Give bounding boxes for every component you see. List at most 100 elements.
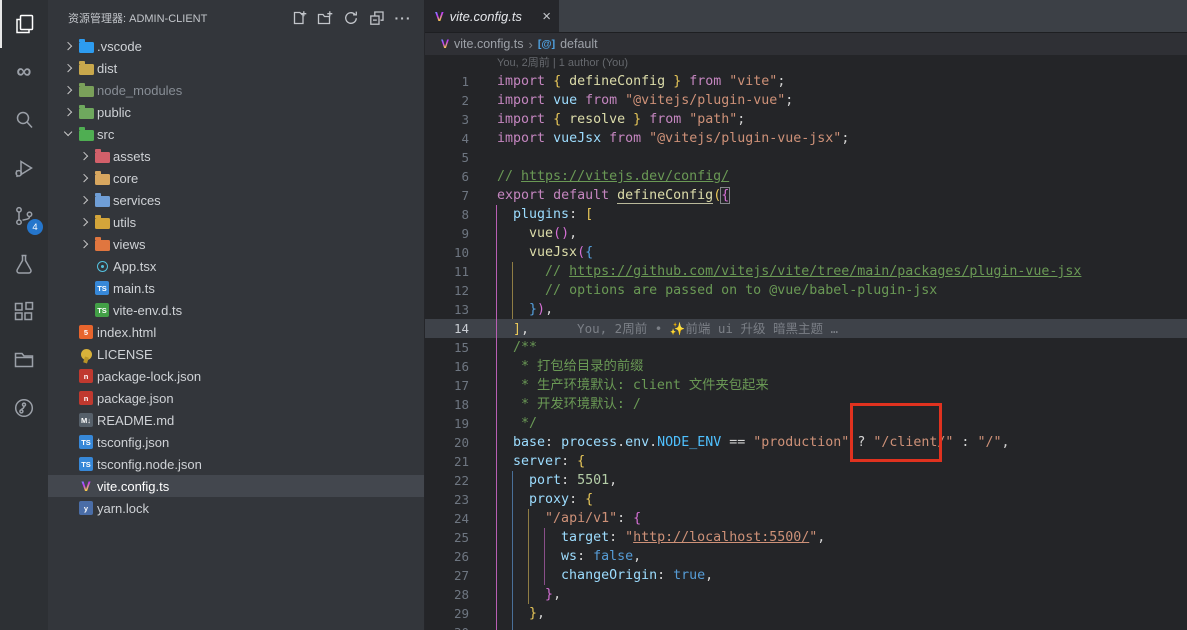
- tree-item-tsconfig-node-json[interactable]: TS tsconfig.node.json: [48, 453, 424, 475]
- code-line[interactable]: 26 ws: false,: [425, 547, 1187, 566]
- breadcrumb-symbol[interactable]: default: [560, 37, 598, 51]
- line-content: */: [469, 414, 1187, 433]
- code-line[interactable]: 16 * 打包给目录的前缀: [425, 357, 1187, 376]
- chevron-icon[interactable]: [60, 43, 76, 49]
- code-line[interactable]: 2 import vue from "@vitejs/plugin-vue";: [425, 91, 1187, 110]
- collapse-folders-button[interactable]: [366, 7, 388, 29]
- code-line[interactable]: 10 vueJsx({: [425, 243, 1187, 262]
- tab-close-icon[interactable]: ×: [542, 9, 551, 24]
- code-line[interactable]: 11 // https://github.com/vitejs/vite/tre…: [425, 262, 1187, 281]
- code-line[interactable]: 25 target: "http://localhost:5500/",: [425, 528, 1187, 547]
- editor-group: V vite.config.ts × V vite.config.ts › [@…: [425, 0, 1187, 630]
- new-file-button[interactable]: [288, 7, 310, 29]
- tree-item-label: views: [113, 237, 146, 252]
- activitybar-source-control[interactable]: 4: [0, 192, 48, 240]
- line-number: 10: [425, 243, 469, 262]
- search-icon: [12, 108, 36, 132]
- run-debug-icon: [12, 156, 36, 180]
- tree-item-main-ts[interactable]: TS main.ts: [48, 277, 424, 299]
- code-line[interactable]: 22 port: 5501,: [425, 471, 1187, 490]
- code-line[interactable]: 5: [425, 148, 1187, 167]
- explorer-sidebar: 资源管理器: ADMIN-CLIENT ··· .vscode: [48, 0, 425, 630]
- tree-item--vscode[interactable]: .vscode: [48, 35, 424, 57]
- breadcrumb-file[interactable]: vite.config.ts: [454, 37, 523, 51]
- tree-item-index-html[interactable]: 5 index.html: [48, 321, 424, 343]
- code-line[interactable]: 24 "/api/v1": {: [425, 509, 1187, 528]
- chevron-icon[interactable]: [76, 153, 92, 159]
- tab-vite-config-ts[interactable]: V vite.config.ts ×: [425, 0, 559, 32]
- tree-item-package-lock-json[interactable]: n package-lock.json: [48, 365, 424, 387]
- code-line[interactable]: 20 base: process.env.NODE_ENV == "produc…: [425, 433, 1187, 452]
- tree-item-node-modules[interactable]: node_modules: [48, 79, 424, 101]
- activitybar-explorer[interactable]: [0, 0, 48, 48]
- tree-item-public[interactable]: public: [48, 101, 424, 123]
- line-number: 27: [425, 566, 469, 585]
- chevron-icon[interactable]: [76, 219, 92, 225]
- line-number: 7: [425, 186, 469, 205]
- tree-item-label: node_modules: [97, 83, 182, 98]
- activitybar-run-debug[interactable]: [0, 144, 48, 192]
- refresh-explorer-button[interactable]: [340, 7, 362, 29]
- code-line[interactable]: 17 * 生产环境默认: client 文件夹包起来: [425, 376, 1187, 395]
- chevron-icon[interactable]: [60, 109, 76, 115]
- tree-item-src[interactable]: src: [48, 123, 424, 145]
- code-line[interactable]: 4 import vueJsx from "@vitejs/plugin-vue…: [425, 129, 1187, 148]
- vite-icon: V: [81, 478, 90, 494]
- code-line[interactable]: 23 proxy: {: [425, 490, 1187, 509]
- tree-item-utils[interactable]: utils: [48, 211, 424, 233]
- code-editor[interactable]: You, 2周前 | 1 author (You) 1 import { def…: [425, 55, 1187, 630]
- chevron-icon[interactable]: [60, 87, 76, 93]
- code-lines: 1 import { defineConfig } from "vite"; 2…: [425, 72, 1187, 630]
- new-folder-button[interactable]: [314, 7, 336, 29]
- chevron-icon[interactable]: [76, 241, 92, 247]
- tree-item-tsconfig-json[interactable]: TS tsconfig.json: [48, 431, 424, 453]
- activitybar-git-history[interactable]: [0, 384, 48, 432]
- tree-item-dist[interactable]: dist: [48, 57, 424, 79]
- tree-item-vite-env-d-ts[interactable]: TS vite-env.d.ts: [48, 299, 424, 321]
- tree-item-package-json[interactable]: n package.json: [48, 387, 424, 409]
- tree-item-core[interactable]: core: [48, 167, 424, 189]
- chevron-icon[interactable]: [76, 197, 92, 203]
- activitybar-vs-project[interactable]: ∞: [0, 48, 48, 96]
- code-line[interactable]: 28 },: [425, 585, 1187, 604]
- tree-item-services[interactable]: services: [48, 189, 424, 211]
- activitybar-search[interactable]: [0, 96, 48, 144]
- code-line[interactable]: 19 */: [425, 414, 1187, 433]
- code-line[interactable]: 18 * 开发环境默认: /: [425, 395, 1187, 414]
- activitybar-testing[interactable]: [0, 240, 48, 288]
- code-line[interactable]: 6 // https://vitejs.dev/config/: [425, 167, 1187, 186]
- code-line[interactable]: 30: [425, 623, 1187, 630]
- codelens-author-summary[interactable]: You, 2周前 | 1 author (You): [425, 55, 1187, 72]
- vite-icon: V: [435, 9, 444, 24]
- chevron-icon[interactable]: [76, 175, 92, 181]
- tree-item-assets[interactable]: assets: [48, 145, 424, 167]
- code-line[interactable]: 9 vue(),: [425, 224, 1187, 243]
- code-line[interactable]: 15 /**: [425, 338, 1187, 357]
- code-line[interactable]: 3 import { resolve } from "path";: [425, 110, 1187, 129]
- tree-item-label: yarn.lock: [97, 501, 149, 516]
- code-line[interactable]: 8 plugins: [: [425, 205, 1187, 224]
- code-line[interactable]: 27 changeOrigin: true,: [425, 566, 1187, 585]
- line-number: 23: [425, 490, 469, 509]
- tree-item-readme-md[interactable]: M↓ README.md: [48, 409, 424, 431]
- code-line[interactable]: 1 import { defineConfig } from "vite";: [425, 72, 1187, 91]
- code-line[interactable]: 29 },: [425, 604, 1187, 623]
- chevron-icon[interactable]: [60, 65, 76, 71]
- line-content: [469, 623, 1187, 630]
- tree-item-vite-config-ts[interactable]: V vite.config.ts: [48, 475, 424, 497]
- tree-item-license[interactable]: LICENSE: [48, 343, 424, 365]
- line-number: 30: [425, 623, 469, 630]
- code-line[interactable]: 21 server: {: [425, 452, 1187, 471]
- file-type-icon: [76, 40, 96, 53]
- chevron-icon[interactable]: [60, 132, 76, 135]
- code-line[interactable]: 14 ],You, 2周前 • ✨前端 ui 升级 暗黑主题 …: [425, 319, 1187, 338]
- code-line[interactable]: 12 // options are passed on to @vue/babe…: [425, 281, 1187, 300]
- activitybar-project-folder[interactable]: [0, 336, 48, 384]
- activitybar-extensions[interactable]: [0, 288, 48, 336]
- code-line[interactable]: 7 export default defineConfig({: [425, 186, 1187, 205]
- code-line[interactable]: 13 }),: [425, 300, 1187, 319]
- tree-item-yarn-lock[interactable]: y yarn.lock: [48, 497, 424, 519]
- tree-item-views[interactable]: views: [48, 233, 424, 255]
- more-actions-button[interactable]: ···: [392, 7, 414, 29]
- tree-item-app-tsx[interactable]: App.tsx: [48, 255, 424, 277]
